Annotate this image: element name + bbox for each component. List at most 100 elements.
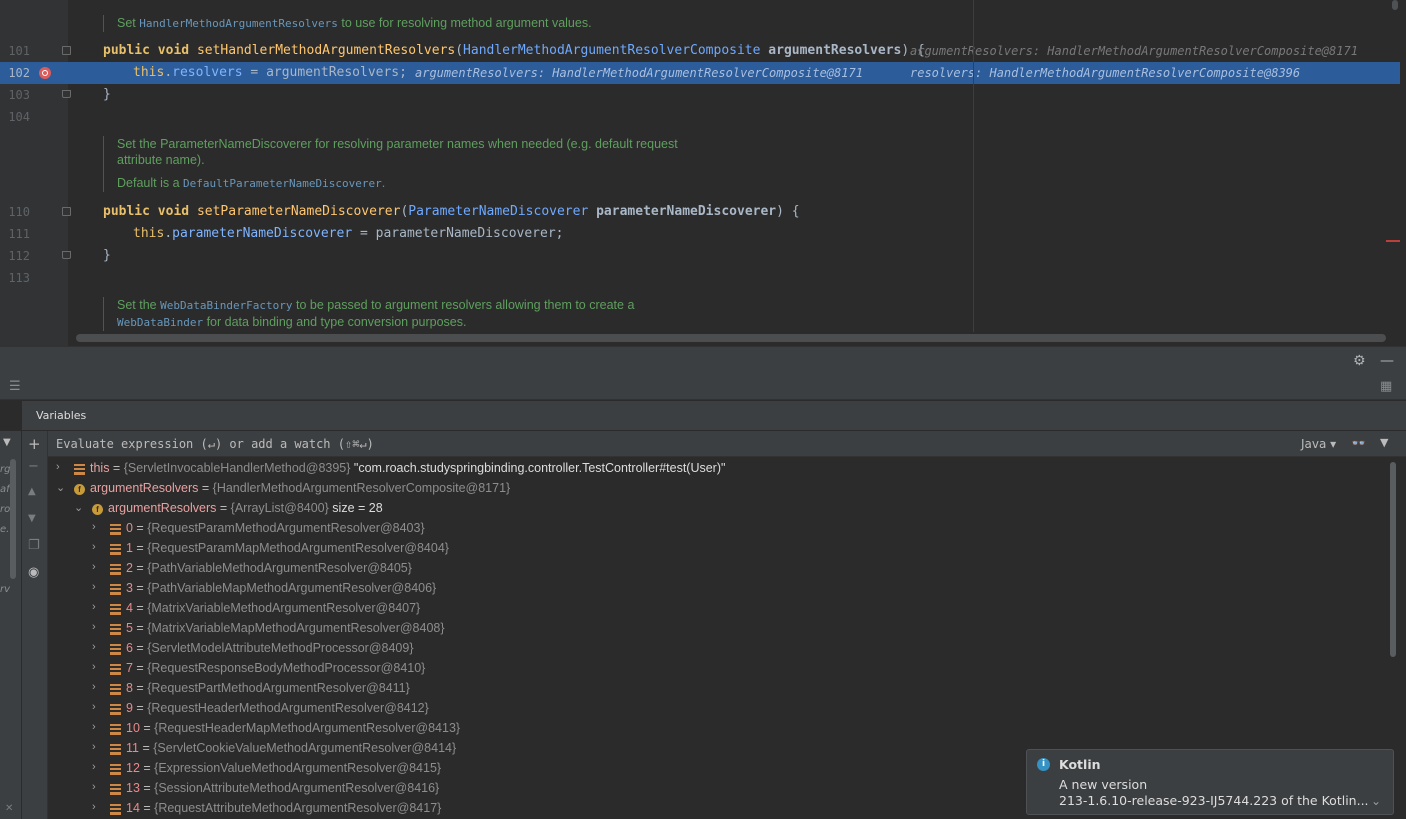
javadoc-block: Set the WebDataBinderFactory to be passe… — [103, 297, 634, 331]
notification-title: Kotlin — [1059, 757, 1101, 772]
breakpoint-icon[interactable] — [39, 67, 51, 79]
variables-tab-label[interactable]: Variables — [36, 409, 86, 422]
eye-icon[interactable]: ◉ — [28, 565, 39, 580]
chevron-right-icon[interactable]: › — [92, 641, 104, 653]
code-line-103[interactable]: 103 } — [0, 84, 1400, 106]
line-number: 111 — [8, 227, 30, 241]
variable-text: 6 = {ServletModelAttributeMethodProcesso… — [126, 641, 414, 655]
minus-icon[interactable]: − — [28, 459, 39, 474]
copy-icon[interactable]: ❐ — [28, 538, 40, 553]
error-stripe-marker[interactable] — [1386, 240, 1400, 242]
variable-text: 14 = {RequestAttributeMethodArgumentReso… — [126, 801, 442, 815]
gear-icon[interactable]: ⚙ — [1353, 353, 1366, 369]
field-icon — [110, 544, 121, 555]
field-icon — [110, 604, 121, 615]
line-number: 110 — [8, 205, 30, 219]
variable-text: 1 = {RequestParamMapMethodArgumentResolv… — [126, 541, 449, 555]
code-line-112[interactable]: 112 } — [0, 245, 1400, 267]
javadoc-line: Set the ParameterNameDiscoverer for reso… — [117, 137, 678, 151]
chevron-right-icon[interactable]: › — [92, 521, 104, 533]
chevron-right-icon[interactable]: › — [92, 721, 104, 733]
fold-icon[interactable] — [62, 46, 71, 55]
chevron-right-icon[interactable]: › — [92, 781, 104, 793]
evaluate-expression-field[interactable]: Evaluate expression (↵) or add a watch (… — [48, 431, 1406, 457]
editor-horizontal-scrollbar[interactable] — [76, 334, 1386, 342]
line-number: 102 — [8, 66, 30, 80]
chevron-right-icon[interactable]: › — [92, 681, 104, 693]
code-line-113[interactable]: 113 — [0, 267, 1400, 289]
chevron-down-icon[interactable]: ⌄ — [74, 501, 86, 514]
chevron-right-icon[interactable]: › — [92, 581, 104, 593]
frame-fragment: rv — [0, 584, 10, 595]
chevron-right-icon[interactable]: › — [92, 561, 104, 573]
code-text: public void setHandlerMethodArgumentReso… — [103, 43, 925, 58]
line-number: 101 — [8, 44, 30, 58]
chevron-right-icon[interactable]: › — [92, 741, 104, 753]
chevron-right-icon[interactable]: › — [92, 701, 104, 713]
variable-text: 2 = {PathVariableMethodArgumentResolver@… — [126, 561, 412, 575]
frames-panel-collapsed[interactable]: ▼ rg af ro e. rv ✕ — [0, 431, 22, 819]
right-margin-guide — [973, 0, 974, 332]
chevron-down-icon[interactable]: ▼ — [1380, 436, 1388, 449]
list-icon[interactable]: ☰ — [9, 379, 21, 394]
code-line-104[interactable]: 104 — [0, 106, 1400, 128]
frames-scrollbar[interactable] — [10, 459, 16, 579]
code-text: } — [103, 87, 111, 102]
editor-vertical-scrollbar[interactable] — [1392, 0, 1398, 10]
chevron-right-icon[interactable]: › — [92, 761, 104, 773]
chevron-right-icon[interactable]: › — [92, 601, 104, 613]
notification-body: A new version 213-1.6.10-release-923-IJ5… — [1059, 777, 1369, 808]
layout-icon[interactable]: ▦ — [1380, 379, 1392, 394]
inline-debug-value: argumentResolvers: HandlerMethodArgument… — [910, 44, 1358, 58]
language-selector[interactable]: Java ▾ — [1301, 437, 1336, 451]
variable-text: 9 = {RequestHeaderMethodArgumentResolver… — [126, 701, 429, 715]
debug-tool-window-header: ⚙ — — [0, 346, 1406, 374]
fold-icon[interactable] — [62, 251, 71, 259]
variables-side-toolbar: + − ▲ ▼ ❐ ◉ — [22, 431, 48, 819]
kotlin-update-notification[interactable]: i Kotlin A new version 213-1.6.10-releas… — [1026, 749, 1394, 815]
code-text: } — [103, 248, 111, 263]
variable-text: argumentResolvers = {ArrayList@8400} siz… — [108, 501, 383, 515]
variable-text: 12 = {ExpressionValueMethodArgumentResol… — [126, 761, 442, 775]
variable-text: 4 = {MatrixVariableMethodArgumentResolve… — [126, 601, 421, 615]
chevron-right-icon[interactable]: › — [92, 621, 104, 633]
field-icon — [110, 784, 121, 795]
variables-scrollbar[interactable] — [1390, 462, 1396, 657]
chevron-right-icon[interactable]: › — [92, 801, 104, 813]
javadoc-line: Set HandlerMethodArgumentResolvers to us… — [117, 16, 592, 30]
javadoc-line: Default is a DefaultParameterNameDiscove… — [117, 176, 386, 190]
chevron-right-icon[interactable]: › — [92, 541, 104, 553]
fold-icon[interactable] — [62, 207, 71, 216]
code-line-101[interactable]: 101 public void setHandlerMethodArgument… — [0, 40, 1400, 62]
line-number: 103 — [8, 88, 30, 102]
code-line-111[interactable]: 111 this.parameterNameDiscoverer = param… — [0, 223, 1400, 245]
glasses-icon[interactable]: 👓 — [1351, 436, 1366, 450]
chevron-down-icon[interactable]: ▼ — [3, 437, 11, 448]
chevron-down-icon[interactable]: ⌄ — [1371, 794, 1381, 808]
code-line-102-current[interactable]: 102 this.resolvers = argumentResolvers; … — [0, 62, 1400, 84]
arrow-up-icon[interactable]: ▲ — [28, 486, 36, 497]
chevron-down-icon[interactable]: ⌄ — [56, 481, 68, 494]
frame-fragment: e. — [0, 524, 10, 535]
variable-text: 13 = {SessionAttributeMethodArgumentReso… — [126, 781, 440, 795]
code-text: this.parameterNameDiscoverer = parameter… — [133, 226, 564, 241]
close-icon[interactable]: ✕ — [5, 803, 13, 814]
line-number: 104 — [8, 110, 30, 124]
code-editor[interactable]: Set HandlerMethodArgumentResolvers to us… — [0, 0, 1406, 346]
inline-debug-value: argumentResolvers: HandlerMethodArgument… — [415, 66, 863, 80]
field-icon — [110, 524, 121, 535]
chevron-right-icon[interactable]: › — [92, 661, 104, 673]
plus-icon[interactable]: + — [28, 435, 41, 453]
field-icon — [74, 464, 85, 475]
chevron-right-icon[interactable]: › — [56, 461, 68, 473]
code-line-110[interactable]: 110 public void setParameterNameDiscover… — [0, 201, 1400, 223]
field-icon — [110, 564, 121, 575]
line-number: 113 — [8, 271, 30, 285]
fold-icon[interactable] — [62, 90, 71, 98]
variable-text: 8 = {RequestPartMethodArgumentResolver@8… — [126, 681, 410, 695]
minimize-icon[interactable]: — — [1380, 353, 1394, 369]
evaluate-placeholder: Evaluate expression (↵) or add a watch (… — [56, 437, 374, 451]
protected-field-icon: f — [92, 504, 103, 515]
javadoc-line: attribute name). — [117, 153, 205, 167]
arrow-down-icon[interactable]: ▼ — [28, 513, 36, 524]
